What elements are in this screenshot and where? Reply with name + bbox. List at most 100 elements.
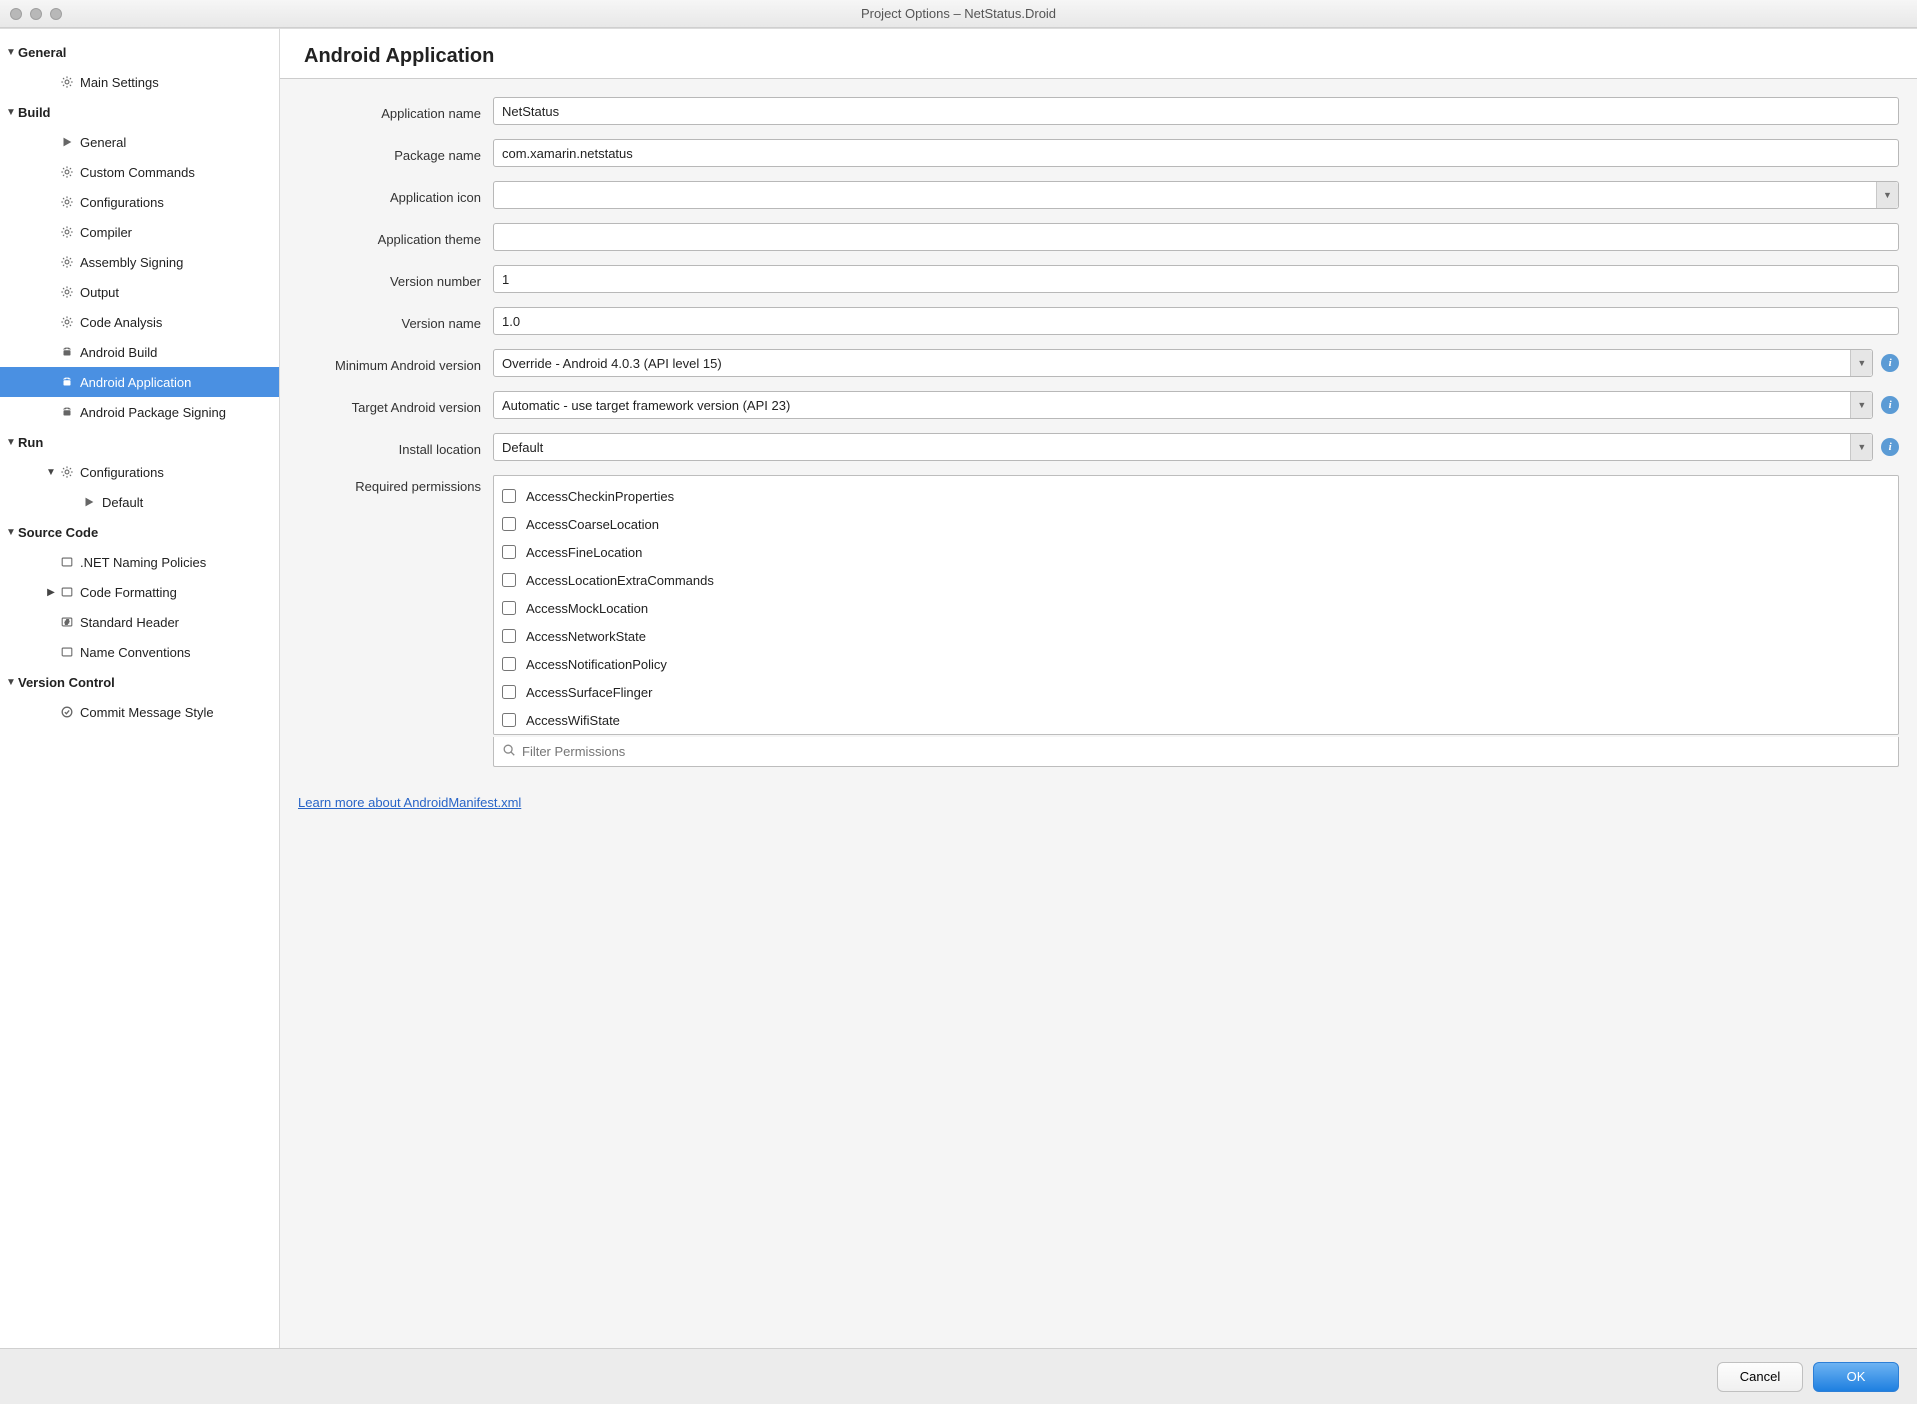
- main-split: ▼GeneralMain Settings▼BuildGeneralCustom…: [0, 28, 1917, 1348]
- sidebar-item[interactable]: ▶Code Formatting: [0, 577, 279, 607]
- sidebar-item[interactable]: Assembly Signing: [0, 247, 279, 277]
- minimize-window-button[interactable]: [30, 8, 42, 20]
- sidebar-item[interactable]: .NET Naming Policies: [0, 547, 279, 577]
- permission-item[interactable]: AccessMockLocation: [502, 594, 1890, 622]
- sidebar-item[interactable]: Android Application: [0, 367, 279, 397]
- dropdown-icon[interactable]: ▼: [1850, 350, 1872, 376]
- version-name-input[interactable]: [493, 307, 1899, 335]
- target-android-select[interactable]: [493, 391, 1873, 419]
- label-app-icon: Application icon: [298, 186, 493, 205]
- close-window-button[interactable]: [10, 8, 22, 20]
- sidebar-item[interactable]: Configurations: [0, 187, 279, 217]
- sidebar-item[interactable]: Compiler: [0, 217, 279, 247]
- sidebar-item[interactable]: Android Package Signing: [0, 397, 279, 427]
- info-icon[interactable]: i: [1881, 354, 1899, 372]
- sidebar-item[interactable]: ▼Configurations: [0, 457, 279, 487]
- form-area: Application name Package name Applicatio…: [280, 79, 1917, 1348]
- sidebar-item[interactable]: Custom Commands: [0, 157, 279, 187]
- permissions-list[interactable]: AccessCheckinProperties AccessCoarseLocat…: [493, 475, 1899, 735]
- sidebar-item-label: Android Application: [80, 375, 271, 390]
- permission-label: AccessCoarseLocation: [526, 517, 659, 532]
- permission-label: AccessLocationExtraCommands: [526, 573, 714, 588]
- dropdown-icon[interactable]: ▼: [1850, 392, 1872, 418]
- sidebar-item-label: Android Build: [80, 345, 271, 360]
- gear-icon: [58, 255, 76, 269]
- window-title: Project Options – NetStatus.Droid: [0, 6, 1917, 21]
- android-icon: [58, 405, 76, 419]
- sidebar-category-label: Build: [18, 105, 271, 120]
- permission-checkbox[interactable]: [502, 629, 516, 643]
- app-icon-select[interactable]: [493, 181, 1899, 209]
- sidebar-item[interactable]: Output: [0, 277, 279, 307]
- sidebar-item[interactable]: Name Conventions: [0, 637, 279, 667]
- permission-item[interactable]: AccessNetworkState: [502, 622, 1890, 650]
- app-theme-input[interactable]: [493, 223, 1899, 251]
- permission-checkbox[interactable]: [502, 713, 516, 727]
- sidebar: ▼GeneralMain Settings▼BuildGeneralCustom…: [0, 29, 280, 1348]
- permission-item[interactable]: AccessWifiState: [502, 706, 1890, 734]
- sidebar-item[interactable]: Main Settings: [0, 67, 279, 97]
- sidebar-category[interactable]: ▼Build: [0, 97, 279, 127]
- permission-label: AccessMockLocation: [526, 601, 648, 616]
- permission-checkbox[interactable]: [502, 685, 516, 699]
- sidebar-category-label: Source Code: [18, 525, 271, 540]
- chevron-down-icon: ▼: [4, 47, 18, 58]
- permission-checkbox[interactable]: [502, 545, 516, 559]
- gear-icon: [58, 465, 76, 479]
- chevron-down-icon: ▼: [4, 527, 18, 538]
- sidebar-item[interactable]: Default: [0, 487, 279, 517]
- app-name-input[interactable]: [493, 97, 1899, 125]
- sidebar-category[interactable]: ▼General: [0, 37, 279, 67]
- permission-checkbox[interactable]: [502, 489, 516, 503]
- sidebar-category[interactable]: ▼Source Code: [0, 517, 279, 547]
- learn-more-link[interactable]: Learn more about AndroidManifest.xml: [298, 795, 521, 810]
- label-install-location: Install location: [298, 438, 493, 457]
- permissions-filter-row: [493, 737, 1899, 767]
- package-name-input[interactable]: [493, 139, 1899, 167]
- gear-icon: [58, 315, 76, 329]
- sidebar-item-label: General: [80, 135, 271, 150]
- permission-item[interactable]: AccessSurfaceFlinger: [502, 678, 1890, 706]
- min-android-select[interactable]: [493, 349, 1873, 377]
- permission-checkbox[interactable]: [502, 573, 516, 587]
- permission-item[interactable]: AccessFineLocation: [502, 538, 1890, 566]
- zoom-window-button[interactable]: [50, 8, 62, 20]
- permission-checkbox[interactable]: [502, 657, 516, 671]
- sidebar-category-label: Run: [18, 435, 271, 450]
- permissions-filter-input[interactable]: [522, 744, 1890, 759]
- permission-label: AccessNotificationPolicy: [526, 657, 667, 672]
- sidebar-item-label: Code Analysis: [80, 315, 271, 330]
- sidebar-item[interactable]: General: [0, 127, 279, 157]
- sidebar-item[interactable]: Code Analysis: [0, 307, 279, 337]
- sidebar-item[interactable]: # Standard Header: [0, 607, 279, 637]
- info-icon[interactable]: i: [1881, 438, 1899, 456]
- gear-icon: [58, 165, 76, 179]
- window-controls: [10, 8, 62, 20]
- permission-item[interactable]: AccessCheckinProperties: [502, 482, 1890, 510]
- ok-button[interactable]: OK: [1813, 1362, 1899, 1392]
- cancel-button[interactable]: Cancel: [1717, 1362, 1803, 1392]
- info-icon[interactable]: i: [1881, 396, 1899, 414]
- sidebar-item-label: Standard Header: [80, 615, 271, 630]
- sidebar-category[interactable]: ▼Version Control: [0, 667, 279, 697]
- check-icon: [58, 705, 76, 719]
- chevron-down-icon: ▼: [4, 677, 18, 688]
- sidebar-item[interactable]: Commit Message Style: [0, 697, 279, 727]
- permission-checkbox[interactable]: [502, 517, 516, 531]
- permission-item[interactable]: AccessLocationExtraCommands: [502, 566, 1890, 594]
- permission-item[interactable]: AccessCoarseLocation: [502, 510, 1890, 538]
- dropdown-icon[interactable]: ▼: [1876, 182, 1898, 208]
- version-number-input[interactable]: [493, 265, 1899, 293]
- box-icon: [58, 555, 76, 569]
- permission-checkbox[interactable]: [502, 601, 516, 615]
- sidebar-item-label: Assembly Signing: [80, 255, 271, 270]
- sidebar-item[interactable]: Android Build: [0, 337, 279, 367]
- install-location-select[interactable]: [493, 433, 1873, 461]
- dropdown-icon[interactable]: ▼: [1850, 434, 1872, 460]
- chevron-right-icon: ▶: [44, 587, 58, 598]
- gear-icon: [58, 195, 76, 209]
- sidebar-category[interactable]: ▼Run: [0, 427, 279, 457]
- permission-item[interactable]: AccessNotificationPolicy: [502, 650, 1890, 678]
- label-min-android: Minimum Android version: [298, 354, 493, 373]
- hash-icon: #: [58, 615, 76, 629]
